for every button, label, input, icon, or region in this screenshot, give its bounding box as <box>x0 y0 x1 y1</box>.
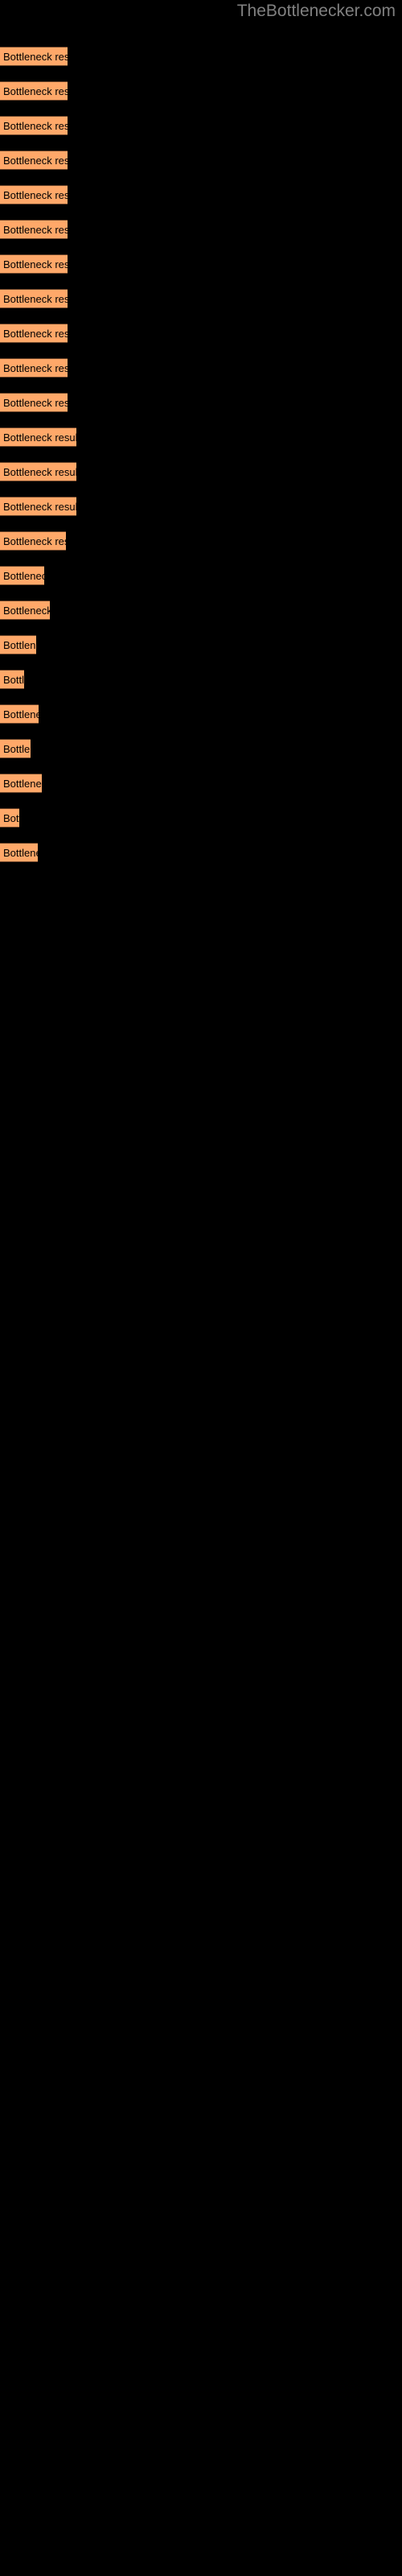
bar[interactable]: Bottleneck result <box>0 47 68 66</box>
bar-label: Bottleneck result <box>3 778 42 790</box>
bar-row: Bottleneck result <box>0 151 68 170</box>
bar-row: Bottleneck result <box>0 739 31 758</box>
bar[interactable]: Bottleneck result <box>0 185 68 204</box>
bar-label: Bottleneck result <box>3 605 50 617</box>
bar-label: Bottleneck result <box>3 120 68 132</box>
bar-row: Bottleneck result <box>0 635 36 654</box>
bar-label: Bottleneck result <box>3 501 76 513</box>
bar-row: Bottleneck result <box>0 601 50 620</box>
bar[interactable]: Bottleneck result <box>0 566 44 585</box>
bar-row: Bottleneck result <box>0 531 66 551</box>
bar-row: Bottleneck result <box>0 427 76 447</box>
bar-label: Bottleneck result <box>3 743 31 755</box>
bar-row: Bottleneck result <box>0 774 42 793</box>
bar[interactable]: Bottleneck result <box>0 808 19 828</box>
bar-label: Bottleneck result <box>3 397 68 409</box>
bar-label: Bottleneck result <box>3 328 68 340</box>
bar-label: Bottleneck result <box>3 431 76 444</box>
bar-label: Bottleneck result <box>3 847 38 859</box>
bar-label: Bottleneck result <box>3 466 76 478</box>
bar-row: Bottleneck result <box>0 497 76 516</box>
bar-row: Bottleneck result <box>0 47 68 66</box>
bar[interactable]: Bottleneck result <box>0 635 36 654</box>
bar-row: Bottleneck result <box>0 324 68 343</box>
bar-label: Bottleneck result <box>3 708 39 720</box>
bar[interactable]: Bottleneck result <box>0 531 66 551</box>
bar[interactable]: Bottleneck result <box>0 462 76 481</box>
bar-label: Bottleneck result <box>3 293 68 305</box>
bar-label: Bottleneck result <box>3 189 68 201</box>
bar[interactable]: Bottleneck result <box>0 220 68 239</box>
bar-row: Bottleneck result <box>0 358 68 378</box>
bar[interactable]: Bottleneck result <box>0 81 68 101</box>
bar[interactable]: Bottleneck result <box>0 670 24 689</box>
bar[interactable]: Bottleneck result <box>0 393 68 412</box>
bar[interactable]: Bottleneck result <box>0 254 68 274</box>
bar-label: Bottleneck result <box>3 812 19 824</box>
bar-row: Bottleneck result <box>0 185 68 204</box>
bar[interactable]: Bottleneck result <box>0 843 38 862</box>
bar-label: Bottleneck result <box>3 51 68 63</box>
bottleneck-bar-chart: Bottleneck result Bottleneck result Bottle… <box>0 0 402 2576</box>
bar-row: Bottleneck result <box>0 393 68 412</box>
bar-row: Bottleneck result <box>0 670 24 689</box>
bar[interactable]: Bottleneck result <box>0 289 68 308</box>
bar-label: Bottleneck result <box>3 535 66 547</box>
bar[interactable]: Bottleneck result <box>0 704 39 724</box>
bar-label: Bottleneck result <box>3 224 68 236</box>
bar-label: Bottleneck result <box>3 639 36 651</box>
bar-row: Bottleneck result <box>0 220 68 239</box>
bar-row: Bottleneck result <box>0 566 44 585</box>
bar-label: Bottleneck result <box>3 570 44 582</box>
bar-row: Bottleneck result <box>0 843 38 862</box>
bar-label: Bottleneck result <box>3 85 68 97</box>
bar[interactable]: Bottleneck result <box>0 739 31 758</box>
bar-row: Bottleneck result <box>0 254 68 274</box>
bar-row: Bottleneck result <box>0 116 68 135</box>
bar-label: Bottleneck result <box>3 155 68 167</box>
bar[interactable]: Bottleneck result <box>0 774 42 793</box>
bar-row: Bottleneck result <box>0 808 19 828</box>
bar-label: Bottleneck result <box>3 674 24 686</box>
bar[interactable]: Bottleneck result <box>0 116 68 135</box>
bar-label: Bottleneck result <box>3 258 68 270</box>
bar[interactable]: Bottleneck result <box>0 151 68 170</box>
bar[interactable]: Bottleneck result <box>0 427 76 447</box>
bar[interactable]: Bottleneck result <box>0 497 76 516</box>
bar-row: Bottleneck result <box>0 704 39 724</box>
bar[interactable]: Bottleneck result <box>0 358 68 378</box>
bar[interactable]: Bottleneck result <box>0 324 68 343</box>
bar[interactable]: Bottleneck result <box>0 601 50 620</box>
bar-row: Bottleneck result <box>0 81 68 101</box>
bar-row: Bottleneck result <box>0 462 76 481</box>
bar-row: Bottleneck result <box>0 289 68 308</box>
bar-label: Bottleneck result <box>3 362 68 374</box>
